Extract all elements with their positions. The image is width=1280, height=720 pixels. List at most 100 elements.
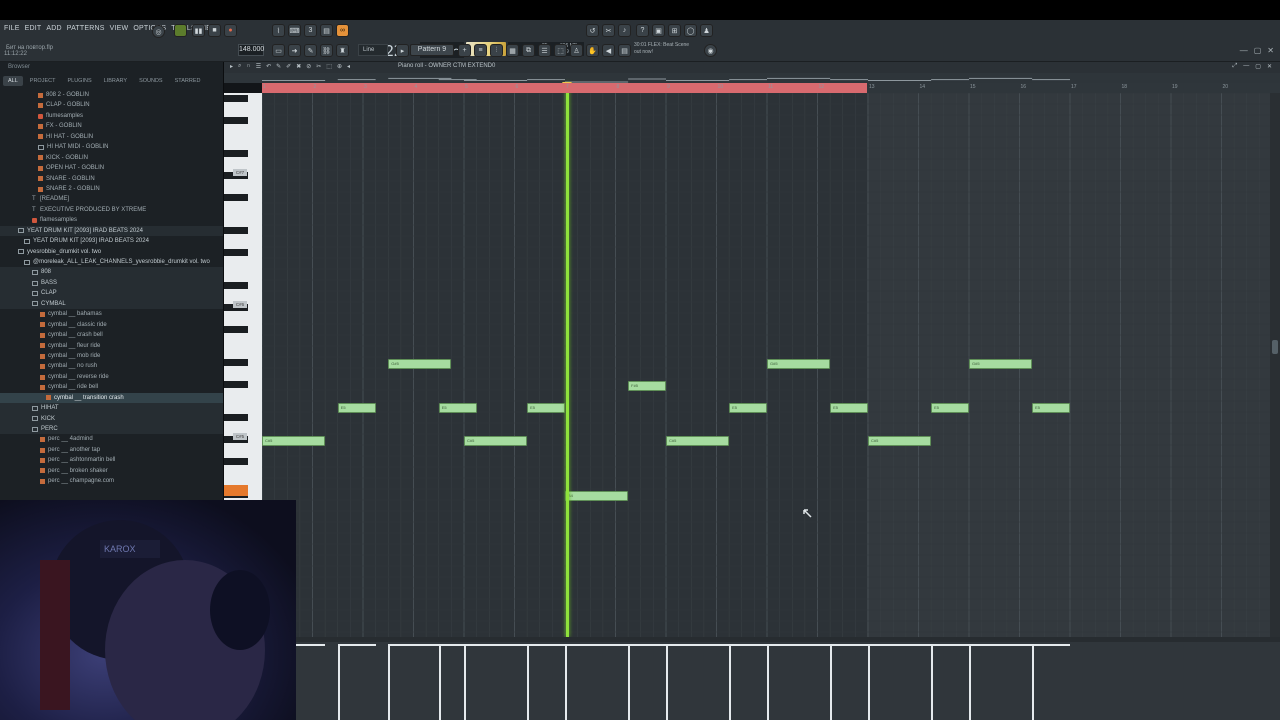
black-key[interactable] [224,458,248,465]
mic-icon[interactable]: ♪ [618,24,631,37]
browser-file[interactable]: CLAP - GOBLIN [0,100,223,110]
midi-note[interactable]: E5 [830,403,868,413]
velocity-bar[interactable] [830,644,833,720]
velocity-bar[interactable] [464,644,466,720]
news-ticker[interactable]: 30:01 FLEX: Beat Scene out now! [634,42,689,56]
undo-history-icon[interactable]: ↺ [586,24,599,37]
typing-keyboard-icon[interactable]: ⌨ [288,24,301,37]
zoom-icon[interactable]: ⌕ [238,63,241,70]
velocity-bar[interactable] [931,644,934,720]
arrow-right-icon[interactable]: ▸ [230,63,233,70]
midi-note[interactable]: G#5 [969,359,1033,369]
pattern-prev-icon[interactable]: ▸ [396,44,409,57]
menu-item-file[interactable]: FILE [4,25,20,32]
browser-folder[interactable]: CYMBAL [0,298,223,310]
record-button[interactable]: ● [224,24,237,37]
browser-file[interactable]: T [README] [0,194,223,204]
news-icon[interactable]: ▤ [618,44,631,57]
link-icon[interactable]: ⛓ [320,44,333,57]
midi-note[interactable]: C#5 [262,436,326,446]
playlist-icon[interactable]: ≡ [474,44,487,57]
midi-note[interactable]: C#5 [464,436,528,446]
stamp-icon[interactable]: ♜ [336,44,349,57]
note-overview[interactable] [224,73,1280,83]
velocity-bar[interactable] [729,644,732,720]
close-icon[interactable]: ✕ [1267,46,1274,55]
browser-file[interactable]: SNARE - GOBLIN [0,174,223,184]
add-pattern-icon[interactable]: + [458,44,471,57]
velocity-bar[interactable] [767,644,769,720]
velocity-bar[interactable] [388,644,391,720]
browser-file[interactable]: cymbal __ reverse ride [0,372,223,382]
chat-icon[interactable]: ◯ [684,24,697,37]
black-key[interactable] [224,282,248,289]
midi-note[interactable]: G#5 [388,359,452,369]
arrow-icon[interactable]: ➜ [288,44,301,57]
menu-item-add[interactable]: ADD [46,25,61,32]
plugin-db-icon[interactable]: ⬚ [554,44,567,57]
browser-file[interactable]: cymbal __ ride bell [0,382,223,392]
browser-file[interactable]: flumesamples [0,111,223,121]
touch-icon[interactable]: ✋ [586,44,599,57]
browser-file[interactable]: perc __ champagne.com [0,476,223,486]
black-key[interactable] [224,227,248,234]
browser-tab-library[interactable]: LIBRARY [99,76,132,86]
detach-icon[interactable]: ⤢ [1232,63,1237,70]
midi-note[interactable]: C#5 [666,436,730,446]
black-key[interactable] [224,326,248,333]
black-key[interactable] [224,194,248,201]
pattern-selector[interactable]: Pattern 9 [410,44,454,56]
browser-file[interactable]: cymbal __ fleur ride [0,341,223,351]
browser-file[interactable]: cymbal __ classic ride [0,320,223,330]
browser-file[interactable]: perc __ broken shaker [0,466,223,476]
magnet-icon[interactable]: ∩ [246,63,250,70]
slice-icon[interactable]: ✂ [316,63,321,70]
velocity-bar[interactable] [868,644,870,720]
stop-button[interactable]: ■ [208,24,221,37]
browser-file[interactable]: HI HAT MIDI - GOBLIN [0,142,223,152]
zoom-tool-icon[interactable]: ⊕ [337,63,342,70]
browser-file[interactable]: KICK - GOBLIN [0,153,223,163]
mute-icon[interactable]: ⊘ [306,63,311,70]
minimize-icon[interactable]: — [1240,46,1248,55]
velocity-bar[interactable] [666,644,668,720]
midi-note[interactable]: G#5 [767,359,831,369]
tempo-display[interactable]: 148.000 [238,44,264,56]
velocity-bar[interactable] [628,644,631,720]
velocity-bar[interactable] [438,644,441,720]
velocity-bar[interactable] [969,644,971,720]
pr-close-icon[interactable]: ✕ [1267,63,1272,70]
mixer-view-icon[interactable]: ⫶ [490,44,503,57]
midi-note[interactable]: B4 [565,491,629,501]
menu-item-view[interactable]: VIEW [110,25,129,32]
browser-folder[interactable]: yvesrobbie_drumkit vol. two [0,247,223,257]
black-key[interactable] [224,249,248,256]
browser-tab-project[interactable]: PROJECT [25,76,61,86]
menu-item-patterns[interactable]: PATTERNS [67,25,105,32]
plugin-icon[interactable]: ⊞ [668,24,681,37]
active-key[interactable] [224,485,248,496]
browser-file[interactable]: perc __ 4admind [0,434,223,444]
black-key[interactable] [224,150,248,157]
delete-icon[interactable]: ✖ [296,63,301,70]
black-key[interactable] [224,117,248,124]
browser-file[interactable]: cymbal __ mob ride [0,351,223,361]
piano-roll-icon[interactable]: ⧉ [522,44,535,57]
browser-file[interactable]: FX - GOBLIN [0,121,223,131]
help-icon[interactable]: ? [636,24,649,37]
midi-note[interactable]: E5 [1032,403,1070,413]
undo-icon[interactable]: ↶ [266,63,271,70]
piano-keyboard[interactable]: C#7 C#6 C#5 [224,93,262,500]
black-key[interactable] [224,414,248,421]
browser-folder[interactable]: KICK [0,413,223,424]
browser-file[interactable]: cymbal __ crash bell [0,330,223,340]
browser-file[interactable]: OPEN HAT - GOBLIN [0,163,223,173]
speaker-tool-icon[interactable]: ◂ [347,63,350,70]
snap-select[interactable]: Line [358,44,388,56]
browser-file[interactable]: cymbal __ no rush [0,361,223,371]
midi-note[interactable]: F#5 [628,381,666,391]
browser-tab-all[interactable]: ALL [3,76,23,86]
pattern-song-toggle[interactable] [174,24,187,37]
browser-file[interactable]: cymbal __ transition crash [0,392,223,404]
mixer-icon[interactable]: ✂ [602,24,615,37]
